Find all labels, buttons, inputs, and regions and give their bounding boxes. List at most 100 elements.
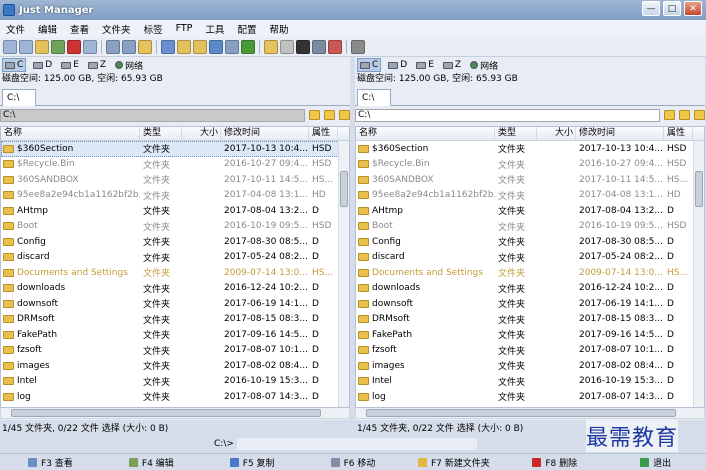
file-row[interactable]: Boot 文件夹 2016-10-19 09:5... HSD xyxy=(356,219,704,235)
vertical-scrollbar[interactable] xyxy=(693,141,704,407)
file-row[interactable]: downloads 文件夹 2016-12-24 10:2... D xyxy=(356,281,704,297)
bookmark-folder-icon[interactable] xyxy=(694,110,705,120)
header-size[interactable]: 大小 xyxy=(182,127,221,140)
file-row[interactable]: log 文件夹 2017-08-07 14:3... D xyxy=(1,389,349,405)
horizontal-scrollbar[interactable] xyxy=(355,408,705,419)
path-field[interactable]: C:\ xyxy=(0,108,305,122)
layout-icon[interactable] xyxy=(209,39,223,54)
up-folder-icon[interactable] xyxy=(664,110,675,120)
file-row[interactable]: Config 文件夹 2017-08-30 08:5... D xyxy=(356,234,704,250)
search-icon[interactable] xyxy=(280,39,294,54)
header-type[interactable]: 类型 xyxy=(140,127,182,140)
file-row[interactable]: $Recycle.Bin 文件夹 2016-10-27 09:4... HSD xyxy=(356,157,704,173)
settings-icon[interactable] xyxy=(351,39,365,54)
path-field[interactable]: C:\ xyxy=(355,108,660,122)
paste-icon[interactable] xyxy=(35,39,49,54)
menu-item-0[interactable]: 文件 xyxy=(6,22,25,36)
drive-1[interactable]: D xyxy=(386,58,409,72)
drive-0[interactable]: C xyxy=(2,58,27,72)
file-row[interactable]: Intel 文件夹 2016-10-19 15:3... D xyxy=(356,374,704,390)
file-row[interactable]: discard 文件夹 2017-05-24 08:2... D xyxy=(1,250,349,266)
menu-item-1[interactable]: 编辑 xyxy=(38,22,57,36)
disconnect-icon[interactable] xyxy=(328,39,342,54)
header-modified[interactable]: 修改时间 xyxy=(221,127,309,140)
terminal-icon[interactable] xyxy=(296,39,310,54)
header-name[interactable]: 名称 xyxy=(356,127,495,140)
maximize-button[interactable]: □ xyxy=(663,1,681,16)
header-type[interactable]: 类型 xyxy=(495,127,537,140)
drive-3[interactable]: Z xyxy=(86,58,108,72)
fkey-button-3[interactable]: F6 移动 xyxy=(303,456,404,469)
menu-item-3[interactable]: 文件夹 xyxy=(102,22,131,36)
file-row[interactable]: downloads 文件夹 2016-12-24 10:2... D xyxy=(1,281,349,297)
file-row[interactable]: discard 文件夹 2017-05-24 08:2... D xyxy=(356,250,704,266)
move-icon[interactable] xyxy=(51,39,65,54)
file-row[interactable]: images 文件夹 2017-08-02 08:4... D xyxy=(1,358,349,374)
forward-icon[interactable] xyxy=(122,39,136,54)
file-row[interactable]: DRMsoft 文件夹 2017-08-15 08:3... D xyxy=(356,312,704,328)
fkey-button-0[interactable]: F3 查看 xyxy=(0,456,101,469)
file-row[interactable]: downsoft 文件夹 2017-06-19 14:1... D xyxy=(1,296,349,312)
file-row[interactable]: Documents and Settings 文件夹 2009-07-14 13:0… xyxy=(1,265,349,281)
menu-item-5[interactable]: FTP xyxy=(176,23,193,34)
header-size[interactable]: 大小 xyxy=(537,127,576,140)
file-row[interactable]: 360SANDBOX 文件夹 2017-10-11 14:5... HS... xyxy=(1,172,349,188)
menu-item-2[interactable]: 查看 xyxy=(70,22,89,36)
copy-icon[interactable] xyxy=(19,39,33,54)
horizontal-scrollbar[interactable] xyxy=(0,408,350,419)
tab-c-drive[interactable]: C:\ xyxy=(357,89,391,106)
drive-1[interactable]: D xyxy=(31,58,54,72)
minimize-button[interactable]: — xyxy=(642,1,660,16)
drive-2[interactable]: E xyxy=(59,58,81,72)
close-button[interactable]: ✕ xyxy=(684,1,702,16)
filter-icon[interactable] xyxy=(193,39,207,54)
file-row[interactable]: Documents and Settings 文件夹 2009-07-14 13:0… xyxy=(356,265,704,281)
file-row[interactable]: images 文件夹 2017-08-02 08:4... D xyxy=(356,358,704,374)
drive-2[interactable]: E xyxy=(414,58,436,72)
rename-icon[interactable] xyxy=(83,39,97,54)
menu-item-4[interactable]: 标签 xyxy=(144,22,163,36)
scroll-thumb[interactable] xyxy=(340,171,348,207)
drive-0[interactable]: C xyxy=(357,58,382,72)
up-folder-icon[interactable] xyxy=(309,110,320,120)
fkey-button-4[interactable]: F7 新建文件夹 xyxy=(403,456,504,469)
file-row[interactable]: $360Section 文件夹 2017-10-13 10:4... HSD xyxy=(356,141,704,157)
file-row[interactable]: log 文件夹 2017-08-07 14:3... D xyxy=(356,389,704,405)
file-row[interactable]: Config 文件夹 2017-08-30 08:5... D xyxy=(1,234,349,250)
file-row[interactable]: Boot 文件夹 2016-10-19 09:5... HSD xyxy=(1,219,349,235)
map-drive-icon[interactable] xyxy=(312,39,326,54)
delete-icon[interactable] xyxy=(67,39,81,54)
drive-4[interactable]: 网络 xyxy=(468,58,500,72)
file-row[interactable]: AHtmp 文件夹 2017-08-04 13:2... D xyxy=(1,203,349,219)
list-icon[interactable] xyxy=(225,39,239,54)
menu-item-6[interactable]: 工具 xyxy=(205,22,224,36)
header-attr[interactable]: 属性 xyxy=(309,127,338,140)
fkey-button-5[interactable]: F8 删除 xyxy=(504,456,605,469)
file-row[interactable]: 95ee8a2e94cb1a1162bf2b... 文件夹 2017-04-08 1… xyxy=(1,188,349,204)
scroll-thumb[interactable] xyxy=(366,409,676,417)
file-row[interactable]: $360Section 文件夹 2017-10-13 10:4... HSD xyxy=(1,141,349,157)
file-row[interactable]: DRMsoft 文件夹 2017-08-15 08:3... D xyxy=(1,312,349,328)
root-folder-icon[interactable] xyxy=(679,110,690,120)
new-icon[interactable] xyxy=(3,39,17,54)
header-name[interactable]: 名称 xyxy=(1,127,140,140)
header-attr[interactable]: 属性 xyxy=(664,127,693,140)
view-icon[interactable] xyxy=(161,39,175,54)
fkey-button-1[interactable]: F4 编辑 xyxy=(101,456,202,469)
file-row[interactable]: AHtmp 文件夹 2017-08-04 13:2... D xyxy=(356,203,704,219)
drive-4[interactable]: 网络 xyxy=(113,58,145,72)
file-row[interactable]: FakePath 文件夹 2017-09-16 14:5... D xyxy=(356,327,704,343)
scroll-thumb[interactable] xyxy=(11,409,321,417)
fkey-button-2[interactable]: F5 复制 xyxy=(202,456,303,469)
drive-3[interactable]: Z xyxy=(441,58,463,72)
command-input[interactable] xyxy=(236,438,477,450)
file-row[interactable]: FakePath 文件夹 2017-09-16 14:5... D xyxy=(1,327,349,343)
folder-icon[interactable] xyxy=(264,39,278,54)
fkey-button-6[interactable]: 退出 xyxy=(605,456,706,469)
file-row[interactable]: Intel 文件夹 2016-10-19 15:3... D xyxy=(1,374,349,390)
root-folder-icon[interactable] xyxy=(324,110,335,120)
scroll-thumb[interactable] xyxy=(695,171,703,207)
back-icon[interactable] xyxy=(106,39,120,54)
bookmark-folder-icon[interactable] xyxy=(339,110,350,120)
vertical-scrollbar[interactable] xyxy=(338,141,349,407)
